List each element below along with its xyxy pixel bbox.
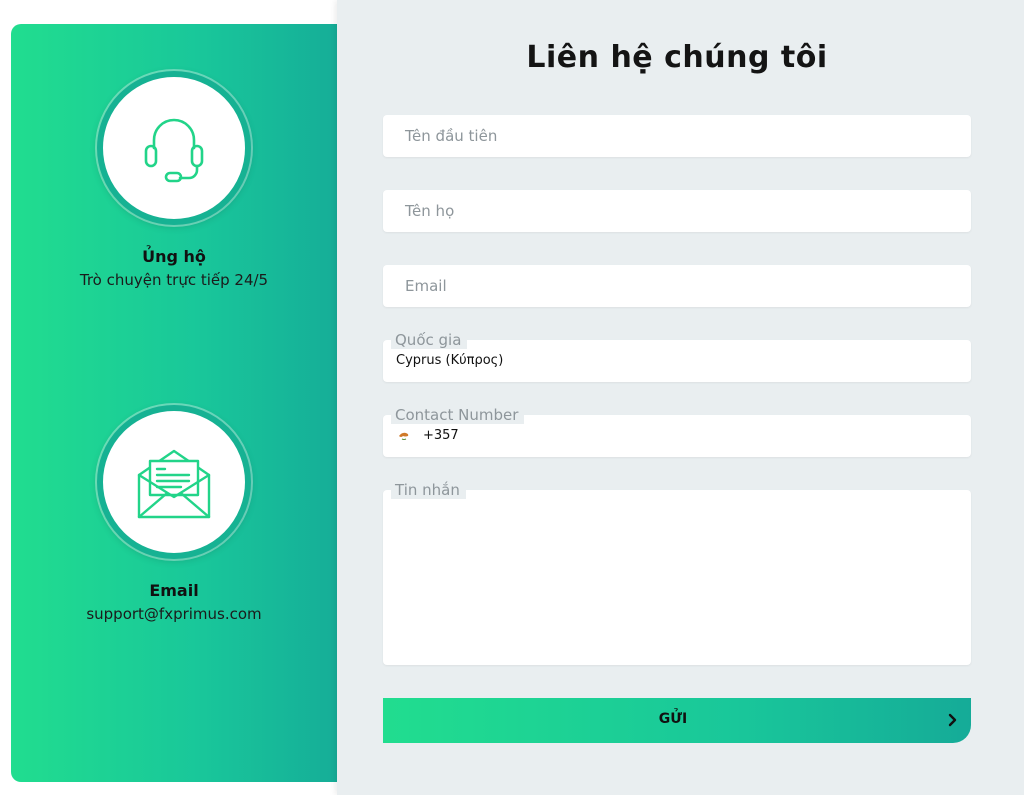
last-name-field[interactable]: Tên họ [383, 190, 971, 232]
contact-page: Ủng hộ Trò chuyện trực tiếp 24/5 Email s [0, 0, 1024, 795]
first-name-field[interactable]: Tên đầu tiên [383, 115, 971, 157]
chevron-right-icon [948, 713, 957, 727]
cyprus-flag-icon[interactable] [397, 431, 411, 441]
contact-number-label: Contact Number [391, 406, 525, 424]
headset-icon [144, 118, 204, 183]
email-placeholder: Email [405, 277, 447, 295]
support-title: Ủng hộ [142, 247, 206, 266]
contact-form-panel: Liên hệ chúng tôi Tên đầu tiên Tên họ Em… [337, 0, 1024, 795]
contact-info-panel: Ủng hộ Trò chuyện trực tiếp 24/5 Email s [11, 24, 351, 782]
submit-button[interactable]: GỬI [383, 698, 971, 743]
last-name-placeholder: Tên họ [405, 202, 455, 220]
email-icon-circle [97, 405, 251, 559]
email-address[interactable]: support@fxprimus.com [11, 605, 337, 623]
dial-code: +357 [423, 428, 459, 443]
country-value: Cyprus (Κύπρος) [396, 353, 504, 368]
form-title: Liên hệ chúng tôi [526, 40, 828, 75]
first-name-placeholder: Tên đầu tiên [405, 127, 498, 145]
contact-number-field[interactable]: Contact Number +357 [383, 406, 971, 457]
support-icon-circle [97, 71, 251, 225]
support-block: Ủng hộ Trò chuyện trực tiếp 24/5 [11, 71, 337, 289]
country-select[interactable]: Quốc gia Cyprus (Κύπρος) [383, 331, 971, 382]
email-field[interactable]: Email [383, 265, 971, 307]
message-textarea[interactable]: Tin nhắn [383, 481, 971, 665]
email-block: Email support@fxprimus.com [11, 405, 337, 623]
envelope-icon [137, 449, 211, 519]
support-subtitle: Trò chuyện trực tiếp 24/5 [79, 271, 269, 289]
email-title: Email [149, 581, 199, 600]
submit-label: GỬI [658, 711, 688, 727]
country-label: Quốc gia [391, 331, 468, 349]
message-label: Tin nhắn [391, 481, 466, 499]
